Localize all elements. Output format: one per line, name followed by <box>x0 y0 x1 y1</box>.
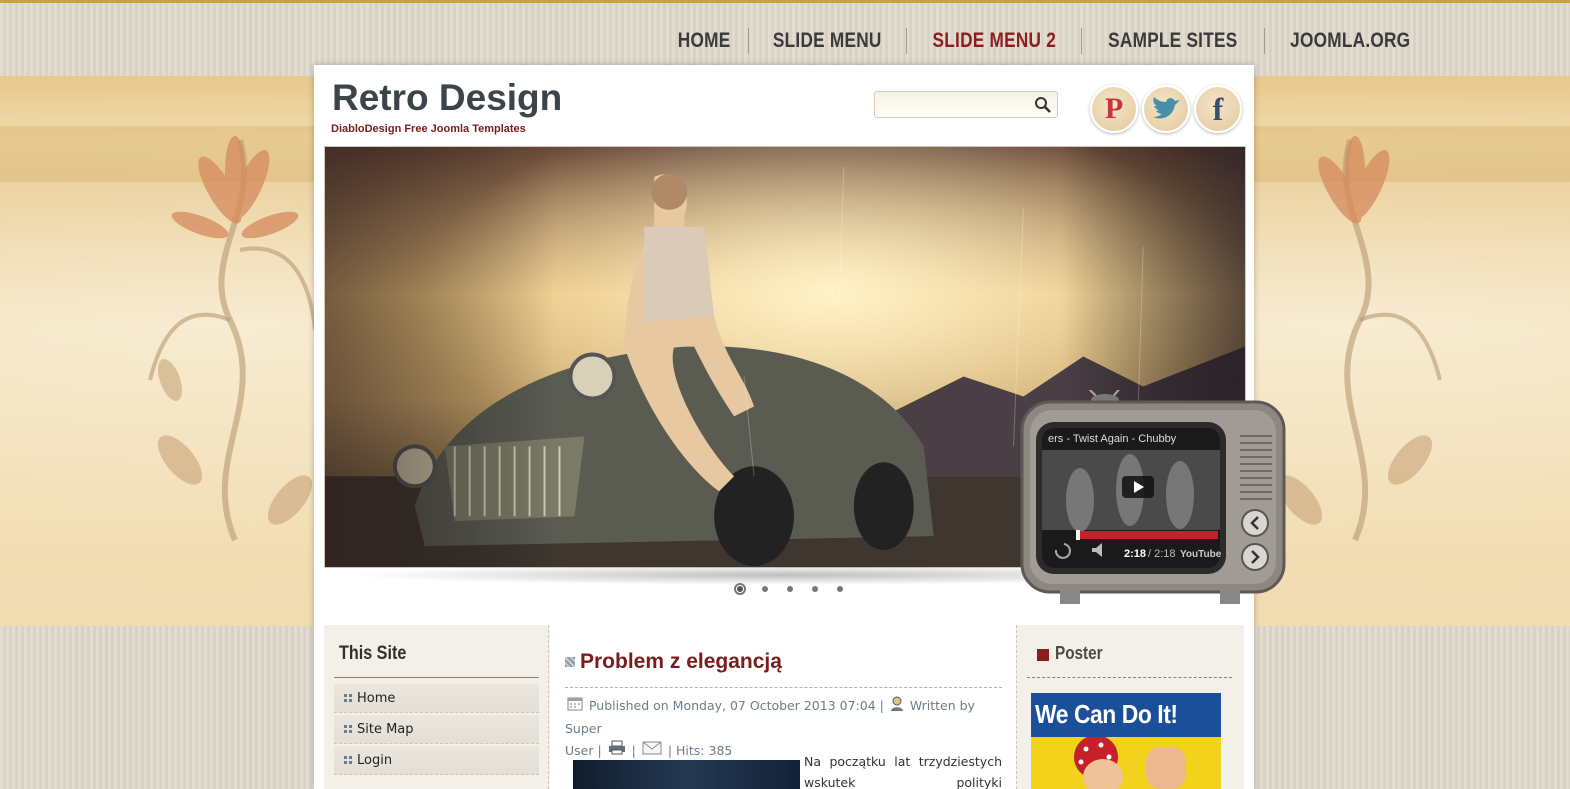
pinterest-icon[interactable]: P <box>1090 85 1138 133</box>
video-time-current: 2:18 <box>1124 548 1146 560</box>
top-accent-line <box>0 0 1570 3</box>
author-icon <box>890 696 904 718</box>
meta-separator: | <box>631 742 636 758</box>
grid-bullet-icon <box>344 756 352 764</box>
article-bullet-icon <box>565 657 575 667</box>
author-name: User | <box>565 742 602 758</box>
slider-dot-2[interactable] <box>759 583 771 595</box>
nav-item-joomla-org[interactable]: JOOMLA.ORG <box>1280 29 1420 53</box>
grid-bullet-icon <box>344 725 352 733</box>
module-divider <box>334 677 539 678</box>
poster-image[interactable]: We Can Do It! <box>1031 693 1221 789</box>
nav-separator <box>905 28 907 54</box>
poster-figure <box>1074 737 1186 789</box>
site-subtitle: DiabloDesign Free Joomla Templates <box>331 123 526 135</box>
main-navigation: HOME SLIDE MENU SLIDE MENU 2 SAMPLE SITE… <box>660 27 1435 55</box>
article-column: Problem z elegancją Published on Monday,… <box>550 625 1016 789</box>
video-progress-bar[interactable] <box>1076 531 1218 539</box>
nav-item-sample-sites[interactable]: SAMPLE SITES <box>1099 29 1248 53</box>
article-text-line: wskutek polityki <box>804 775 1002 789</box>
article-title[interactable]: Problem z elegancją <box>580 650 782 674</box>
poster-text: We Can Do It! <box>1035 699 1178 729</box>
square-bullet-icon <box>1037 649 1049 661</box>
tv-next-button[interactable] <box>1241 543 1269 571</box>
youtube-logo[interactable]: YouTube <box>1180 549 1222 560</box>
menu-item-site-map[interactable]: Site Map <box>334 715 539 744</box>
module-title-this-site: This Site <box>339 643 407 664</box>
floral-ornament-left <box>148 136 317 542</box>
menu-item-home[interactable]: Home <box>334 684 539 713</box>
module-title-poster: Poster <box>1055 643 1103 663</box>
floral-ornament-right <box>1277 136 1442 542</box>
right-sidebar: Poster We Can Do It! <box>1016 625 1244 789</box>
video-progress-handle[interactable] <box>1076 530 1080 540</box>
content-columns: This Site Home Site Map Login Problem z … <box>324 625 1244 789</box>
published-date: Published on Monday, 07 October 2013 07:… <box>588 698 884 713</box>
slider-dot-3[interactable] <box>784 583 796 595</box>
search-input[interactable] <box>875 92 1025 117</box>
hits-count: | Hits: 385 <box>667 742 733 758</box>
tv-foot <box>1220 590 1240 604</box>
video-title: ers - Twist Again - Chubby <box>1048 433 1177 445</box>
article-text-line: Na początku lat trzydziestych <box>804 754 1002 769</box>
slider-dot-1[interactable] <box>734 583 746 595</box>
search-icon[interactable] <box>1034 96 1051 117</box>
nav-separator <box>748 28 750 54</box>
left-sidebar: This Site Home Site Map Login <box>324 625 549 789</box>
article-image <box>573 760 800 789</box>
menu-item-label: Home <box>357 690 396 706</box>
nav-item-home[interactable]: HOME <box>668 29 740 53</box>
slider-dot-5[interactable] <box>834 583 846 595</box>
search-box <box>874 91 1058 118</box>
menu-item-login[interactable]: Login <box>334 746 539 775</box>
article-intro-text: Na początku lat trzydziestych wskutek po… <box>804 751 1002 789</box>
nav-item-slide-menu[interactable]: SLIDE MENU <box>763 29 891 53</box>
tv-antenna <box>1109 390 1120 401</box>
retro-tv-video-player: ers - Twist Again - Chubby 2:18 / 2:18 Y… <box>1020 390 1286 604</box>
slider-pagination <box>734 583 846 595</box>
module-divider <box>1027 677 1232 678</box>
nav-separator <box>1081 28 1083 54</box>
email-icon[interactable] <box>642 740 662 762</box>
print-icon[interactable] <box>608 740 626 762</box>
nav-item-slide-menu-2[interactable]: SLIDE MENU 2 <box>922 29 1065 53</box>
site-menu: Home Site Map Login <box>334 684 539 777</box>
menu-item-label: Login <box>357 752 393 768</box>
twitter-icon[interactable] <box>1142 85 1190 133</box>
tv-foot <box>1060 590 1080 604</box>
grid-bullet-icon <box>344 694 352 702</box>
video-time-total: / 2:18 <box>1148 548 1176 560</box>
site-title[interactable]: Retro Design <box>332 77 562 119</box>
menu-item-label: Site Map <box>357 721 414 737</box>
nav-separator <box>1263 28 1265 54</box>
facebook-icon[interactable]: f <box>1194 85 1242 133</box>
calendar-icon <box>567 696 583 718</box>
slider-dot-4[interactable] <box>809 583 821 595</box>
tv-prev-button[interactable] <box>1241 509 1269 537</box>
article-divider <box>565 687 1002 688</box>
